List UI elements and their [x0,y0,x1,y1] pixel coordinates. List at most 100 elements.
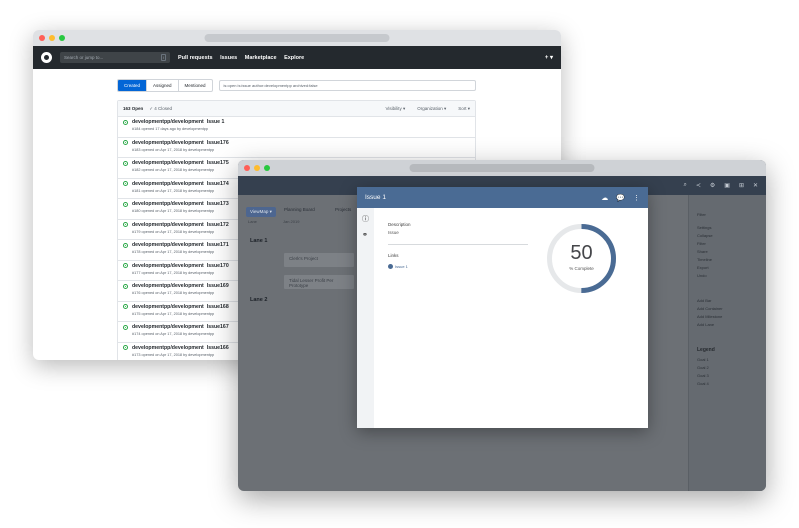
open-issue-icon [123,140,128,145]
panel-filter-link[interactable]: Filter [697,212,706,217]
issue-title[interactable]: Issue167 [207,324,229,330]
project-card[interactable]: Clerk's Project [284,253,354,267]
create-new-button[interactable]: + ▾ [545,54,553,61]
share-icon[interactable]: ≺ [696,182,701,189]
close-icon[interactable]: ✕ [753,182,758,189]
issue-title[interactable]: Issue175 [207,160,229,166]
minimize-window-icon[interactable] [49,35,55,41]
issue-title[interactable]: Issue168 [207,304,229,310]
nav-explore[interactable]: Explore [284,55,304,61]
close-window-icon[interactable] [244,165,250,171]
panel-item-settings[interactable]: Settings [697,225,711,230]
lane-2-label[interactable]: Lane 2 [250,297,267,303]
right-panel: Filter Settings Collapse Filter Share Ti… [688,195,766,491]
issue-repo[interactable]: developmentpp/development [132,160,204,166]
visibility-dropdown[interactable]: Visibility ▾ [386,106,406,112]
address-bar[interactable] [204,34,390,42]
maximize-window-icon[interactable] [59,35,65,41]
issue-repo[interactable]: developmentpp/development [132,345,204,351]
issue-repo[interactable]: developmentpp/development [132,304,204,310]
issue-repo[interactable]: developmentpp/development [132,119,204,125]
description-value: Issue [388,230,399,235]
sort-dropdown[interactable]: Sort ▾ [458,106,470,112]
issue-title[interactable]: Issue169 [207,283,229,289]
legend-title: Legend [697,347,715,353]
link-icon[interactable]: ⚭ [362,231,368,239]
cloud-sync-icon[interactable]: ☁ [601,194,608,202]
issue-title[interactable]: Issue171 [207,242,229,248]
issue-repo[interactable]: developmentpp/development [132,140,204,146]
gear-icon[interactable]: ⚙ [710,182,715,189]
progress-label: % Complete [569,266,594,271]
open-issue-icon [123,181,128,186]
panel-item-export[interactable]: Export [697,265,709,270]
filter-query: is:open is:issue author:developmentpp ar… [223,83,318,88]
grid-icon[interactable]: ⊞ [739,182,744,189]
issue-title[interactable]: Issue170 [207,263,229,269]
description-label: Description [388,222,411,227]
filter-row: Created Assigned Mentioned is:open is:is… [117,79,476,92]
add-container-button[interactable]: Add Container [697,306,723,311]
add-bar-button[interactable]: Add Bar [697,298,711,303]
github-logo-icon[interactable] [41,52,52,63]
issue-filter-input[interactable]: is:open is:issue author:developmentpp ar… [218,80,476,91]
search-shortcut-key: / [160,54,166,61]
open-issue-icon [123,119,128,125]
open-count[interactable]: 163 Open [123,106,143,111]
close-window-icon[interactable] [39,35,45,41]
panel-item-filter[interactable]: Filter [697,241,706,246]
modal-details: Description Issue Links Issue 1 [388,222,528,269]
issue-repo[interactable]: developmentpp/development [132,283,204,289]
tab-created[interactable]: Created [118,80,148,91]
minimize-window-icon[interactable] [254,165,260,171]
open-issue-icon [123,345,128,350]
nav-issues[interactable]: Issues [220,55,237,61]
project-card[interactable]: Tidal Lesser Profit Per Prototype [284,275,354,289]
issue-row[interactable]: developmentpp/development Issue176 #183 o… [118,138,475,158]
open-issue-icon [123,160,128,166]
view-dropdown-button[interactable]: ViewMap ▾ [246,207,276,217]
issue-title[interactable]: Issue173 [207,201,229,207]
issue-repo[interactable]: developmentpp/development [132,324,204,330]
nav-pull-requests[interactable]: Pull requests [178,55,213,61]
comments-icon[interactable]: 💬 [616,194,625,202]
planning-board-tab[interactable]: Planning Board [284,207,315,212]
tab-assigned[interactable]: Assigned [147,80,179,91]
tab-mentioned[interactable]: Mentioned [179,80,212,91]
info-icon[interactable]: ⓘ [362,214,369,224]
issue-row[interactable]: developmentpp/development Issue 1 #184 op… [118,117,475,138]
panel-item-share[interactable]: Share [697,249,708,254]
projects-tab[interactable]: Projects [335,207,351,212]
closed-count[interactable]: ✓ 4 Closed [149,106,172,112]
issue-title[interactable]: Issue174 [207,181,229,187]
issue-title[interactable]: Issue 1 [207,119,225,125]
issue-repo[interactable]: developmentpp/development [132,222,204,228]
issue-repo[interactable]: developmentpp/development [132,201,204,207]
maximize-window-icon[interactable] [264,165,270,171]
lane-1-label[interactable]: Lane 1 [250,238,267,244]
panel-item-collapse[interactable]: Collapse [697,233,713,238]
issue-title[interactable]: Issue166 [207,345,229,351]
linked-issue[interactable]: Issue 1 [388,263,528,269]
issue-repo[interactable]: developmentpp/development [132,242,204,248]
panel-item-undo[interactable]: Undo [697,273,707,278]
issue-repo[interactable]: developmentpp/development [132,263,204,269]
modal-title: Issue 1 [365,194,386,201]
panel-item-timeline[interactable]: Timeline [697,257,712,262]
progress-donut: 50 % Complete [545,222,618,295]
board-icon[interactable]: ▣ [724,182,730,189]
modal-header: Issue 1 ☁ 💬 ⋮ [357,187,648,208]
organization-dropdown[interactable]: Organization ▾ [417,106,446,112]
add-milestone-button[interactable]: Add Milestone [697,314,722,319]
issue-title[interactable]: Issue176 [207,140,229,146]
legend-item: Goal 1 [697,357,709,362]
search-input[interactable]: Search or jump to... / [60,52,170,63]
nav-marketplace[interactable]: Marketplace [245,55,277,61]
issue-repo[interactable]: developmentpp/development [132,181,204,187]
add-lane-button[interactable]: Add Lane [697,322,714,327]
header-nav: Pull requests Issues Marketplace Explore [178,55,310,61]
issue-title[interactable]: Issue172 [207,222,229,228]
more-options-icon[interactable]: ⋮ [633,194,640,202]
search-icon[interactable]: ⌕ [683,182,686,189]
address-bar[interactable] [409,164,595,172]
